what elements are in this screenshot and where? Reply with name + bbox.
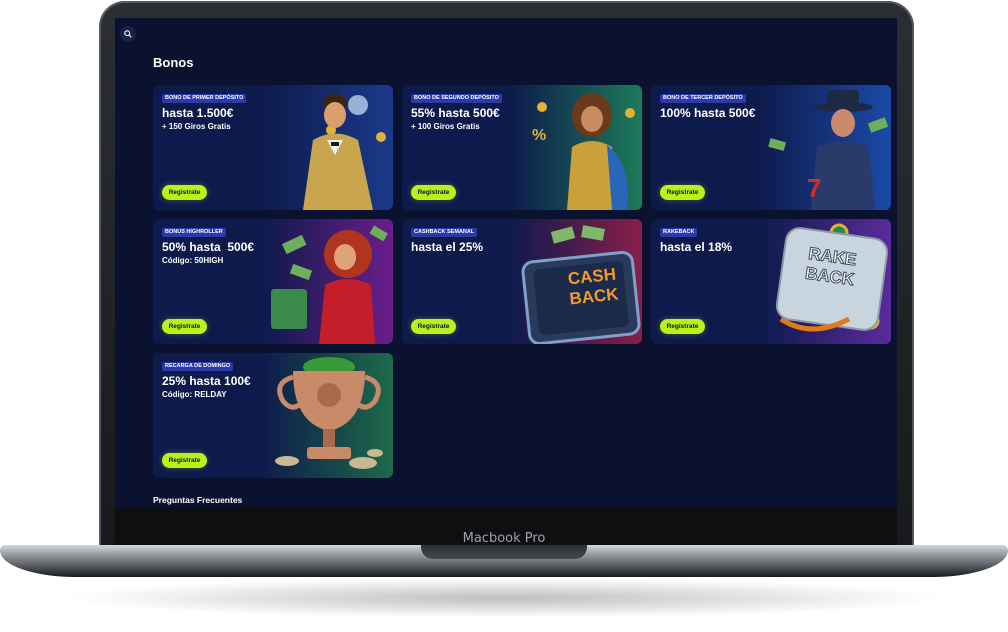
search-icon [124, 30, 132, 38]
bonus-headline: hasta el 18% [660, 240, 733, 254]
bonus-card[interactable]: CASH BACK Cashback semanal hasta el 25% R… [402, 219, 642, 344]
bonus-card[interactable]: 7 Bono de tercer depósito 100% hasta 500… [651, 85, 891, 210]
trophy-coins-illustration [275, 357, 383, 469]
laptop-notch [421, 545, 587, 559]
woman-red-cash-illustration [271, 225, 388, 344]
cash-back-sign-text: CASH BACK [566, 264, 620, 309]
device-brand-label: Macbook Pro [462, 531, 546, 546]
page-title: Bonos [153, 55, 194, 70]
bonus-badge: Bono de tercer depósito [660, 94, 746, 103]
bonus-card[interactable]: Bonus Highroller 50% hasta 500€ Código: … [153, 219, 393, 344]
bonus-headline: 25% hasta 100€ [162, 374, 251, 388]
bonus-headline: 100% hasta 500€ [660, 106, 756, 120]
faq-section-title: Preguntas Frecuentes [153, 495, 243, 505]
app-screen: Bonos Bono de primer depósito hasta 1.50… [115, 18, 897, 507]
bonus-badge: Bono de primer depósito [162, 94, 247, 103]
bonus-card[interactable]: Recarga de domingo 25% hasta 100€ Código… [153, 353, 393, 478]
bonus-headline: hasta el 25% [411, 240, 484, 254]
bonus-subline: + 100 Giros Gratis [411, 122, 480, 131]
register-button[interactable]: Registrate [162, 185, 207, 200]
bonus-badge: Recarga de domingo [162, 362, 234, 371]
bonus-badge: Bonus Highroller [162, 228, 226, 237]
register-button[interactable]: Registrate [660, 319, 705, 334]
bonus-headline: 55% hasta 500€ [411, 106, 500, 120]
register-button[interactable]: Registrate [411, 319, 456, 334]
bonus-subline: + 150 Giros Gratis [162, 122, 231, 131]
register-button[interactable]: Registrate [660, 185, 705, 200]
register-button[interactable]: Registrate [162, 319, 207, 334]
register-button[interactable]: Registrate [411, 185, 456, 200]
bonus-subline: Código: RELDAY [162, 390, 227, 399]
gentleman-diamond-illustration [303, 94, 386, 210]
bonus-card[interactable]: RAKE BACK Rakeback hasta el 18% Registrat… [651, 219, 891, 344]
bonus-subline: Código: 50HIGH [162, 256, 224, 265]
bonus-card[interactable]: Bono de primer depósito hasta 1.500€ + 1… [153, 85, 393, 210]
svg-text:7: 7 [807, 173, 821, 203]
bonus-headline: 50% hasta 500€ [162, 240, 255, 254]
man-hat-seven-illustration: 7 [768, 90, 889, 210]
svg-text:%: % [532, 127, 546, 144]
woman-gold-dress-illustration: % [532, 93, 635, 210]
search-button[interactable] [120, 26, 136, 42]
laptop-shadow [60, 578, 948, 618]
bonus-headline: hasta 1.500€ [162, 106, 234, 120]
bonus-card[interactable]: % Bono de segundo depósito 55% hasta 500… [402, 85, 642, 210]
bonus-badge: Rakeback [660, 228, 698, 237]
bonus-badge: Bono de segundo depósito [411, 94, 502, 103]
register-button[interactable]: Registrate [162, 453, 207, 468]
bonus-badge: Cashback semanal [411, 228, 478, 237]
